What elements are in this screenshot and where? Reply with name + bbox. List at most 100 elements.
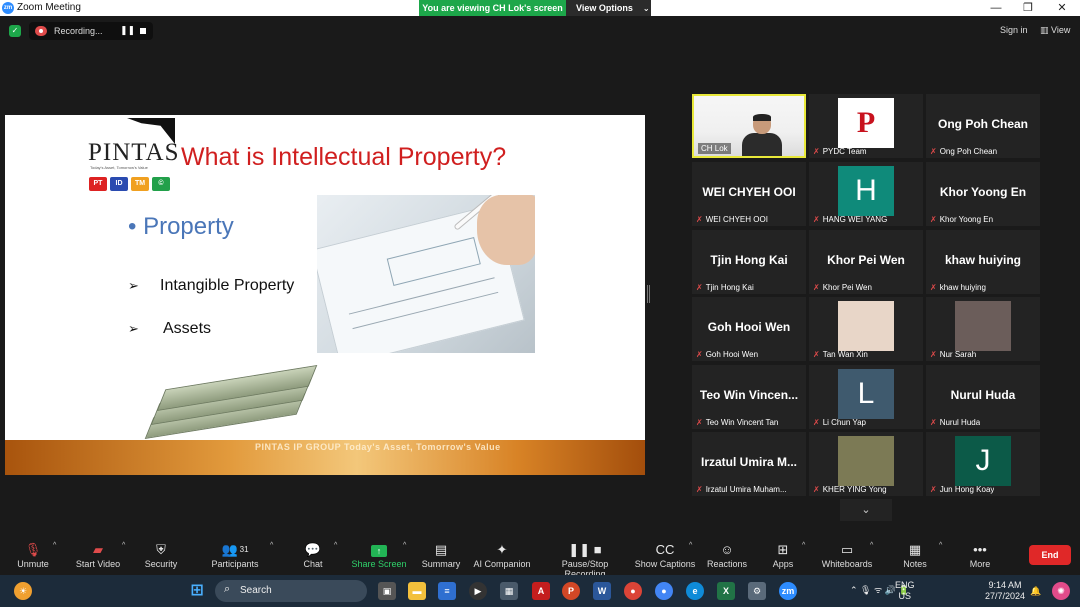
- cheque-line: [352, 291, 499, 330]
- more-button[interactable]: ••• More: [940, 541, 1020, 569]
- windows-taskbar: ☀ ⊞ ⌕ Search ▣ ▬ ≡ ▶ ▦ A P W ● ● e X ⚙ z…: [0, 575, 1080, 607]
- participant-name-label: ✗ Nur Sarah: [930, 350, 976, 359]
- whiteboards-options-caret-icon[interactable]: ^: [870, 542, 873, 549]
- presenter-figure: [742, 114, 782, 156]
- toolbar-glyph: 🎙: [24, 542, 42, 557]
- calculator-icon[interactable]: ▦: [500, 582, 518, 600]
- sub-bullet-assets: ➢ Assets: [128, 320, 211, 338]
- participant-name-label: CH Lok: [698, 143, 731, 154]
- participants-button[interactable]: 👥 31 Participants: [195, 541, 275, 569]
- gallery-scroll-down-button[interactable]: ⌄: [840, 499, 892, 521]
- participant-name-label: ✗ khaw huiying: [930, 283, 986, 292]
- restore-button[interactable]: ❐: [1012, 0, 1044, 16]
- unmute-options-caret-icon[interactable]: ^: [53, 542, 56, 549]
- chrome-profile-icon[interactable]: ●: [655, 582, 673, 600]
- encryption-shield-icon[interactable]: ✓: [9, 25, 21, 37]
- sub-bullet-intangible: ➢ Intangible Property: [128, 277, 294, 295]
- mic-muted-icon: ✗: [696, 350, 703, 359]
- notepad-icon[interactable]: ≡: [438, 582, 456, 600]
- participant-name: Li Chun Yap: [822, 418, 866, 427]
- window-title: Zoom Meeting: [17, 2, 81, 13]
- participant-tile[interactable]: ✗ Nur Sarah: [926, 297, 1040, 361]
- participant-tile[interactable]: L ✗ Li Chun Yap: [809, 365, 923, 429]
- ai-button[interactable]: ✦ AI Companion: [462, 541, 542, 569]
- excel-icon[interactable]: X: [717, 582, 735, 600]
- participant-tile[interactable]: khaw huiying ✗ khaw huiying: [926, 230, 1040, 294]
- participant-name-label: ✗ Nurul Huda: [930, 418, 980, 427]
- slide-footer-banner: PINTAS IP GROUP Today's Asset, Tomorrow'…: [5, 440, 645, 475]
- participant-tile[interactable]: Irzatul Umira M... ✗ Irzatul Umira Muham..…: [692, 432, 806, 496]
- recording-button[interactable]: ❚❚ ■ Pause/Stop Recording: [543, 541, 627, 579]
- minimize-button[interactable]: —: [980, 0, 1012, 16]
- close-button[interactable]: ✕: [1046, 0, 1078, 16]
- sign-in-link[interactable]: Sign in: [1000, 25, 1028, 35]
- slide-title: What is Intellectual Property?: [181, 143, 507, 171]
- mic-muted-icon: ✗: [930, 418, 937, 427]
- chrome-icon[interactable]: ●: [624, 582, 642, 600]
- participant-name: Nurul Huda: [939, 418, 981, 427]
- word-icon[interactable]: W: [593, 582, 611, 600]
- edge-icon[interactable]: e: [686, 582, 704, 600]
- chat-options-caret-icon[interactable]: ^: [334, 542, 337, 549]
- view-layout-icon: ▥: [1040, 25, 1049, 35]
- participant-tile[interactable]: P ✗ PYDC Team: [809, 94, 923, 158]
- badge-pt: PT: [89, 177, 107, 191]
- windows-start-icon[interactable]: ⊞: [188, 582, 206, 600]
- participant-tile[interactable]: H ✗ HANG WEI YANG: [809, 162, 923, 226]
- security-button[interactable]: ⛨ Security: [121, 541, 201, 569]
- participant-tile[interactable]: Goh Hooi Wen ✗ Goh Hooi Wen: [692, 297, 806, 361]
- media-player-icon[interactable]: ▶: [469, 582, 487, 600]
- view-button[interactable]: ▥ View: [1040, 25, 1070, 36]
- mic-muted-icon: ✗: [696, 283, 703, 292]
- mic-muted-icon: ✗: [813, 283, 820, 292]
- participant-tile[interactable]: Khor Yoong En ✗ Khor Yoong En: [926, 162, 1040, 226]
- participant-name-label: ✗ WEI CHYEH OOI: [696, 215, 768, 224]
- end-meeting-button[interactable]: End: [1029, 545, 1071, 565]
- participant-display-name: khaw huiying: [944, 253, 1021, 267]
- apps-options-caret-icon[interactable]: ^: [802, 542, 805, 549]
- participant-display-name: Teo Win Vincen...: [699, 388, 799, 402]
- participant-tile[interactable]: Teo Win Vincen... ✗ Teo Win Vincent Tan: [692, 365, 806, 429]
- clock[interactable]: 9:14 AM 27/7/2024: [985, 580, 1025, 602]
- view-label: View: [1051, 25, 1071, 35]
- pause-stop-recording-icon: ❚❚ ■: [543, 541, 627, 559]
- participant-tile[interactable]: Khor Pei Wen ✗ Khor Pei Wen: [809, 230, 923, 294]
- stop-recording-button[interactable]: [140, 28, 146, 34]
- mic-muted-icon: ✗: [930, 485, 937, 494]
- taskbar-search[interactable]: ⌕ Search: [215, 580, 367, 602]
- zoom-taskbar-icon[interactable]: zm: [779, 582, 797, 600]
- toolbar-glyph: ▭: [840, 542, 854, 557]
- pause-recording-button[interactable]: ❚❚: [120, 25, 135, 36]
- settings-icon[interactable]: ⚙: [748, 582, 766, 600]
- shared-screen: PINTAS Today's Asset, Tomorrow's Value P…: [5, 115, 645, 475]
- participant-tile[interactable]: WEI CHYEH OOI ✗ WEI CHYEH OOI: [692, 162, 806, 226]
- language-indicator[interactable]: ENG US: [895, 580, 915, 602]
- notification-bell-icon[interactable]: 🔔: [1027, 582, 1045, 600]
- participant-tile[interactable]: Nurul Huda ✗ Nurul Huda: [926, 365, 1040, 429]
- participant-name: HANG WEI YANG: [822, 215, 888, 224]
- participant-tile[interactable]: ✗ Tan Wan Xin: [809, 297, 923, 361]
- participant-tile[interactable]: J ✗ Jun Hong Koay: [926, 432, 1040, 496]
- file-explorer-icon[interactable]: ▬: [408, 582, 426, 600]
- participant-tile[interactable]: Tjin Hong Kai ✗ Tjin Hong Kai: [692, 230, 806, 294]
- participant-name: Teo Win Vincent Tan: [705, 418, 779, 427]
- widgets-icon[interactable]: ☀: [14, 582, 32, 600]
- participant-photo: [838, 301, 894, 351]
- acrobat-icon[interactable]: A: [532, 582, 550, 600]
- participant-tile[interactable]: Ong Poh Chean ✗ Ong Poh Chean: [926, 94, 1040, 158]
- zoom-window: zm Zoom Meeting You are viewing CH Lok's…: [0, 0, 1080, 607]
- copilot-icon[interactable]: ✺: [1052, 582, 1070, 600]
- task-view-icon[interactable]: ▣: [378, 582, 396, 600]
- view-options-label: View Options: [576, 3, 633, 13]
- money-stack-image: [135, 365, 318, 439]
- participant-name: Irzatul Umira Muham...: [705, 485, 787, 494]
- toolbar-glyph: ▤: [434, 542, 448, 557]
- zoom-app-icon: zm: [2, 2, 14, 14]
- participant-display-name: Nurul Huda: [950, 388, 1016, 402]
- powerpoint-icon[interactable]: P: [562, 582, 580, 600]
- participant-tile[interactable]: CH Lok: [692, 94, 806, 158]
- participant-tile[interactable]: ✗ KHER YING Yong: [809, 432, 923, 496]
- view-options-button[interactable]: View Options ⌄: [566, 0, 651, 16]
- split-resize-handle[interactable]: [647, 285, 650, 303]
- participant-avatar: H: [838, 166, 894, 216]
